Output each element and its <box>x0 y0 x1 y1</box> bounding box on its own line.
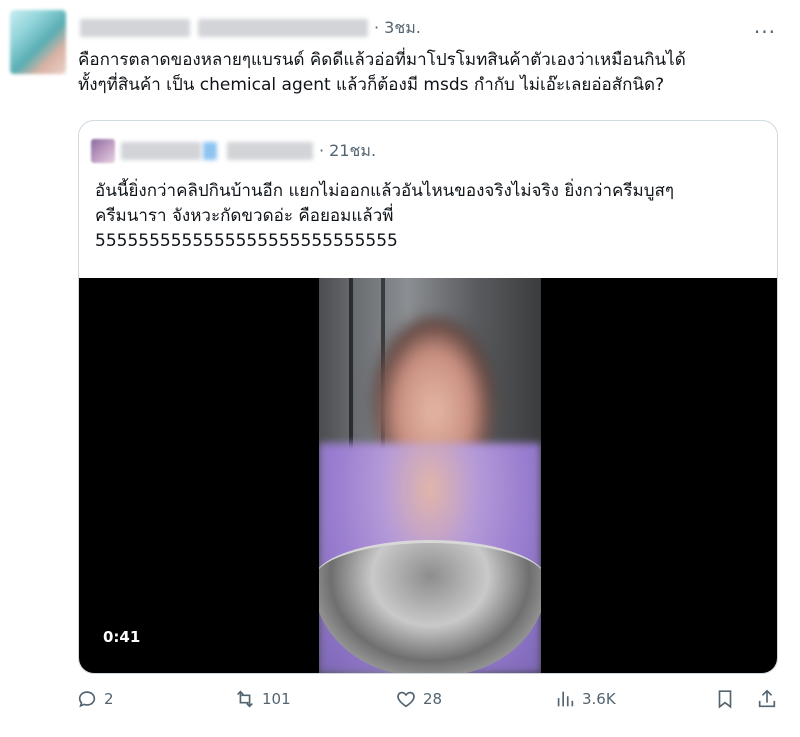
quoted-text-line: อันนี้ยิ่งกว่าคลิปกินบ้านอีก แยกไม่ออกแล… <box>95 181 674 201</box>
like-count: 28 <box>423 690 443 708</box>
share-button[interactable] <box>756 688 784 710</box>
quoted-timestamp: · 21ชม. <box>319 140 377 160</box>
like-button[interactable]: 28 <box>395 688 442 710</box>
author-handle-redacted[interactable] <box>198 19 368 37</box>
quoted-text-line: 5555555555555555555555555555 <box>95 231 398 251</box>
reply-icon <box>78 691 96 708</box>
reply-count: 2 <box>104 690 114 708</box>
video-player[interactable]: 0:41 <box>79 278 777 673</box>
quoted-text-line: ครีมนารา จังหวะกัดขวดอ่ะ คือยอมแล้วพี่ <box>95 206 394 226</box>
bookmark-icon <box>718 690 732 709</box>
views-count: 3.6K <box>582 690 616 708</box>
tweet-text-line: คือการตลาดของหลายๆแบรนด์ คิดดีแล้วอ่อที่… <box>78 50 686 70</box>
bookmark-button[interactable] <box>714 688 742 710</box>
quoted-avatar <box>91 139 115 163</box>
quoted-tweet[interactable]: · 21ชม. อันนี้ยิ่งกว่าคลิปกินบ้านอีก แยก… <box>78 120 778 674</box>
heart-icon <box>397 691 415 708</box>
video-frame <box>319 278 541 673</box>
tweet-header: · 3ชม. <box>80 16 421 40</box>
tweet: · 3ชม. ··· คือการตลาดของหลายๆแบรนด์ คิดด… <box>0 0 800 737</box>
tweet-text: คือการตลาดของหลายๆแบรนด์ คิดดีแล้วอ่อที่… <box>78 48 778 98</box>
more-options-icon[interactable]: ··· <box>754 20 776 44</box>
views-button[interactable]: 3.6K <box>554 688 616 710</box>
tweet-text-line: ทั้งๆที่สินค้า เป็น chemical agent แล้วก… <box>78 75 665 95</box>
verified-badge-icon <box>203 142 217 160</box>
avatar[interactable] <box>10 10 66 74</box>
quoted-tweet-text: อันนี้ยิ่งกว่าคลิปกินบ้านอีก แยกไม่ออกแล… <box>95 179 765 254</box>
quoted-author-name-redacted <box>121 142 201 160</box>
quoted-author-handle-redacted <box>227 142 313 160</box>
retweet-icon <box>237 690 253 708</box>
views-icon <box>557 691 574 707</box>
video-duration: 0:41 <box>103 628 141 646</box>
tweet-timestamp[interactable]: · 3ชม. <box>374 16 421 41</box>
tweet-actions: 2 101 28 3.6K <box>76 688 786 718</box>
reply-button[interactable]: 2 <box>76 688 114 710</box>
quoted-tweet-header: · 21ชม. <box>91 139 376 163</box>
share-icon <box>758 689 776 708</box>
metal-bowl <box>319 540 541 673</box>
retweet-button[interactable]: 101 <box>234 688 291 710</box>
author-name-redacted[interactable] <box>80 19 190 37</box>
retweet-count: 101 <box>262 690 291 708</box>
